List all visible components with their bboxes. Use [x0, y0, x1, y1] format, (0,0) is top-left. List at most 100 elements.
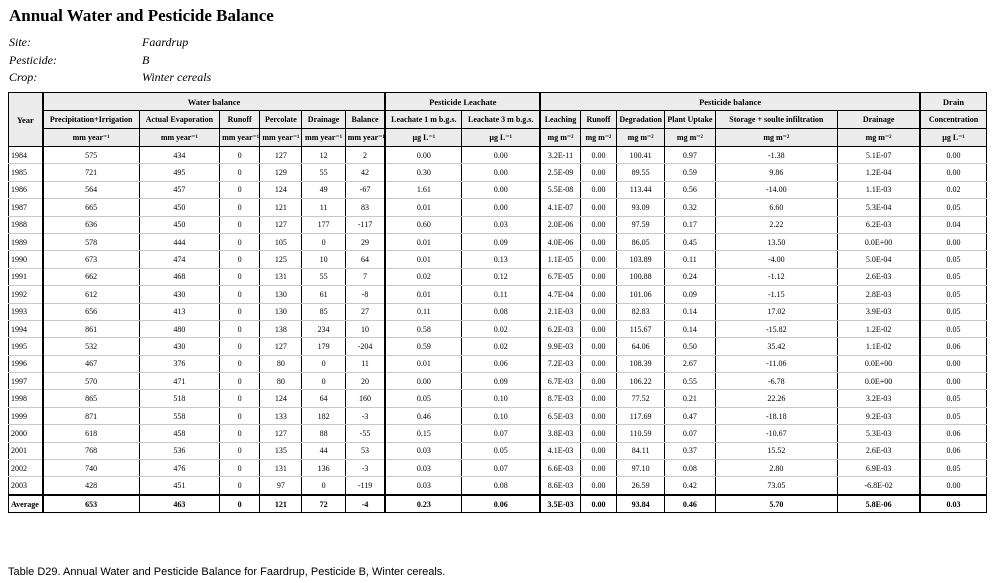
value-cell: 480 [138, 319, 221, 339]
value-cell: -11.06 [714, 354, 839, 374]
value-cell: 0.00 [919, 354, 988, 374]
value-cell: 0.10 [461, 389, 541, 408]
value-cell: 0 [219, 424, 261, 443]
value-cell: 0.09 [461, 232, 541, 252]
value-cell: 0 [219, 389, 261, 408]
column-header: Precipitation+Irrigation [41, 110, 140, 129]
value-cell: 85 [301, 302, 346, 321]
column-unit: mm year⁻¹ [138, 128, 221, 147]
value-cell: 0.02 [384, 267, 463, 287]
value-cell: 110.59 [616, 424, 666, 443]
value-cell: 0.11 [461, 285, 541, 304]
value-cell: 97.59 [616, 215, 666, 234]
value-cell: 5.5E-08 [539, 180, 581, 200]
value-cell: 476 [138, 459, 221, 478]
value-cell: 0.59 [384, 337, 463, 356]
value-cell: 10 [344, 319, 386, 339]
value-cell: 0.07 [461, 424, 541, 443]
value-cell: 182 [301, 406, 346, 426]
value-cell: 117.69 [616, 406, 666, 426]
value-cell: 653 [41, 493, 140, 514]
value-cell: 4.1E-07 [539, 198, 581, 217]
value-cell: 0.08 [664, 459, 716, 478]
value-cell: 61 [301, 285, 346, 304]
value-cell: 82.83 [616, 302, 666, 321]
value-cell: 0.03 [384, 459, 463, 478]
value-cell: 430 [138, 337, 221, 356]
value-cell: 0 [219, 459, 261, 478]
value-cell: 0.03 [919, 493, 988, 514]
value-cell: -117 [344, 215, 386, 234]
value-cell: 4.1E-03 [539, 441, 581, 461]
value-cell: 3.8E-03 [539, 424, 581, 443]
year-cell: 1989 [7, 232, 44, 252]
value-cell: 101.06 [616, 285, 666, 304]
value-cell: 73.05 [714, 476, 839, 496]
value-cell: 3.2E-11 [539, 145, 581, 165]
value-cell: 861 [41, 319, 140, 339]
value-cell: 27 [344, 302, 386, 321]
value-cell: 564 [41, 180, 140, 200]
table-row: 1984 575 434 0 127 12 2 0.00 0.00 3.2E-11 0.00 100.… [7, 145, 988, 165]
value-cell: 0.00 [579, 145, 618, 165]
value-cell: 86.05 [616, 232, 666, 252]
table-row: 1990 673 474 0 125 10 64 0.01 0.13 1.1E-05 0.00 103… [7, 250, 988, 269]
value-cell: 413 [138, 302, 221, 321]
value-cell: 0.00 [579, 302, 618, 321]
value-cell: 29 [344, 232, 386, 252]
value-cell: 103.89 [616, 250, 666, 269]
value-cell: 0.00 [384, 145, 463, 165]
value-cell: 10 [301, 250, 346, 269]
value-cell: 0.15 [384, 424, 463, 443]
year-cell: 1995 [7, 337, 44, 356]
value-cell: 0.01 [384, 285, 463, 304]
year-cell: 1991 [7, 267, 44, 287]
value-cell: 5.1E-07 [837, 145, 921, 165]
value-cell: -55 [344, 424, 386, 443]
value-cell: 129 [259, 163, 303, 182]
column-header: Leachate 1 m b.g.s. [384, 110, 463, 129]
value-cell: 0.06 [919, 424, 988, 443]
value-cell: 2.80 [714, 459, 839, 478]
value-cell: -3 [344, 459, 386, 478]
value-cell: 0.06 [461, 493, 541, 514]
value-cell: -204 [344, 337, 386, 356]
column-header: Leaching [539, 110, 581, 129]
value-cell: 457 [138, 180, 221, 200]
value-cell: 83 [344, 198, 386, 217]
value-cell: 0.0E+00 [837, 232, 921, 252]
column-unit: µg L⁻¹ [461, 128, 541, 147]
year-cell: 1992 [7, 285, 44, 304]
value-cell: 532 [41, 337, 140, 356]
value-cell: 0.00 [579, 250, 618, 269]
year-cell: 1993 [7, 302, 44, 321]
value-cell: 0.50 [664, 337, 716, 356]
value-cell: 0.00 [461, 180, 541, 200]
value-cell: 0.00 [579, 354, 618, 374]
value-cell: 1.2E-04 [837, 163, 921, 182]
value-cell: 15.52 [714, 441, 839, 461]
column-unit: mg m⁻² [664, 128, 716, 147]
value-cell: 0.00 [579, 441, 618, 461]
value-cell: 0.06 [919, 337, 988, 356]
table-row: 1985 721 495 0 129 55 42 0.30 0.00 2.5E-09 0.00 89.… [7, 163, 988, 182]
value-cell: 6.7E-05 [539, 267, 581, 287]
value-cell: 0.00 [461, 145, 541, 165]
value-cell: 0.07 [461, 459, 541, 478]
value-cell: 0.03 [461, 215, 541, 234]
value-cell: 6.2E-03 [837, 215, 921, 234]
value-cell: 0.03 [384, 476, 463, 496]
value-cell: 0 [219, 302, 261, 321]
table-row: 1998 865 518 0 124 64 160 0.05 0.10 8.7E-03 0.00 77… [7, 389, 988, 408]
value-cell: 467 [41, 354, 140, 374]
value-cell: 6.5E-03 [539, 406, 581, 426]
value-cell: 0.02 [461, 337, 541, 356]
value-cell: 2.0E-06 [539, 215, 581, 234]
value-cell: 133 [259, 406, 303, 426]
group-header-row: Year Water balance Pesticide Leachate Pe… [7, 92, 988, 147]
value-cell: 0.00 [461, 198, 541, 217]
value-cell: 100.88 [616, 267, 666, 287]
column-header: Concentration [919, 110, 988, 129]
water-balance-header: Water balance [41, 92, 386, 111]
meta-label: Crop: [9, 70, 38, 84]
